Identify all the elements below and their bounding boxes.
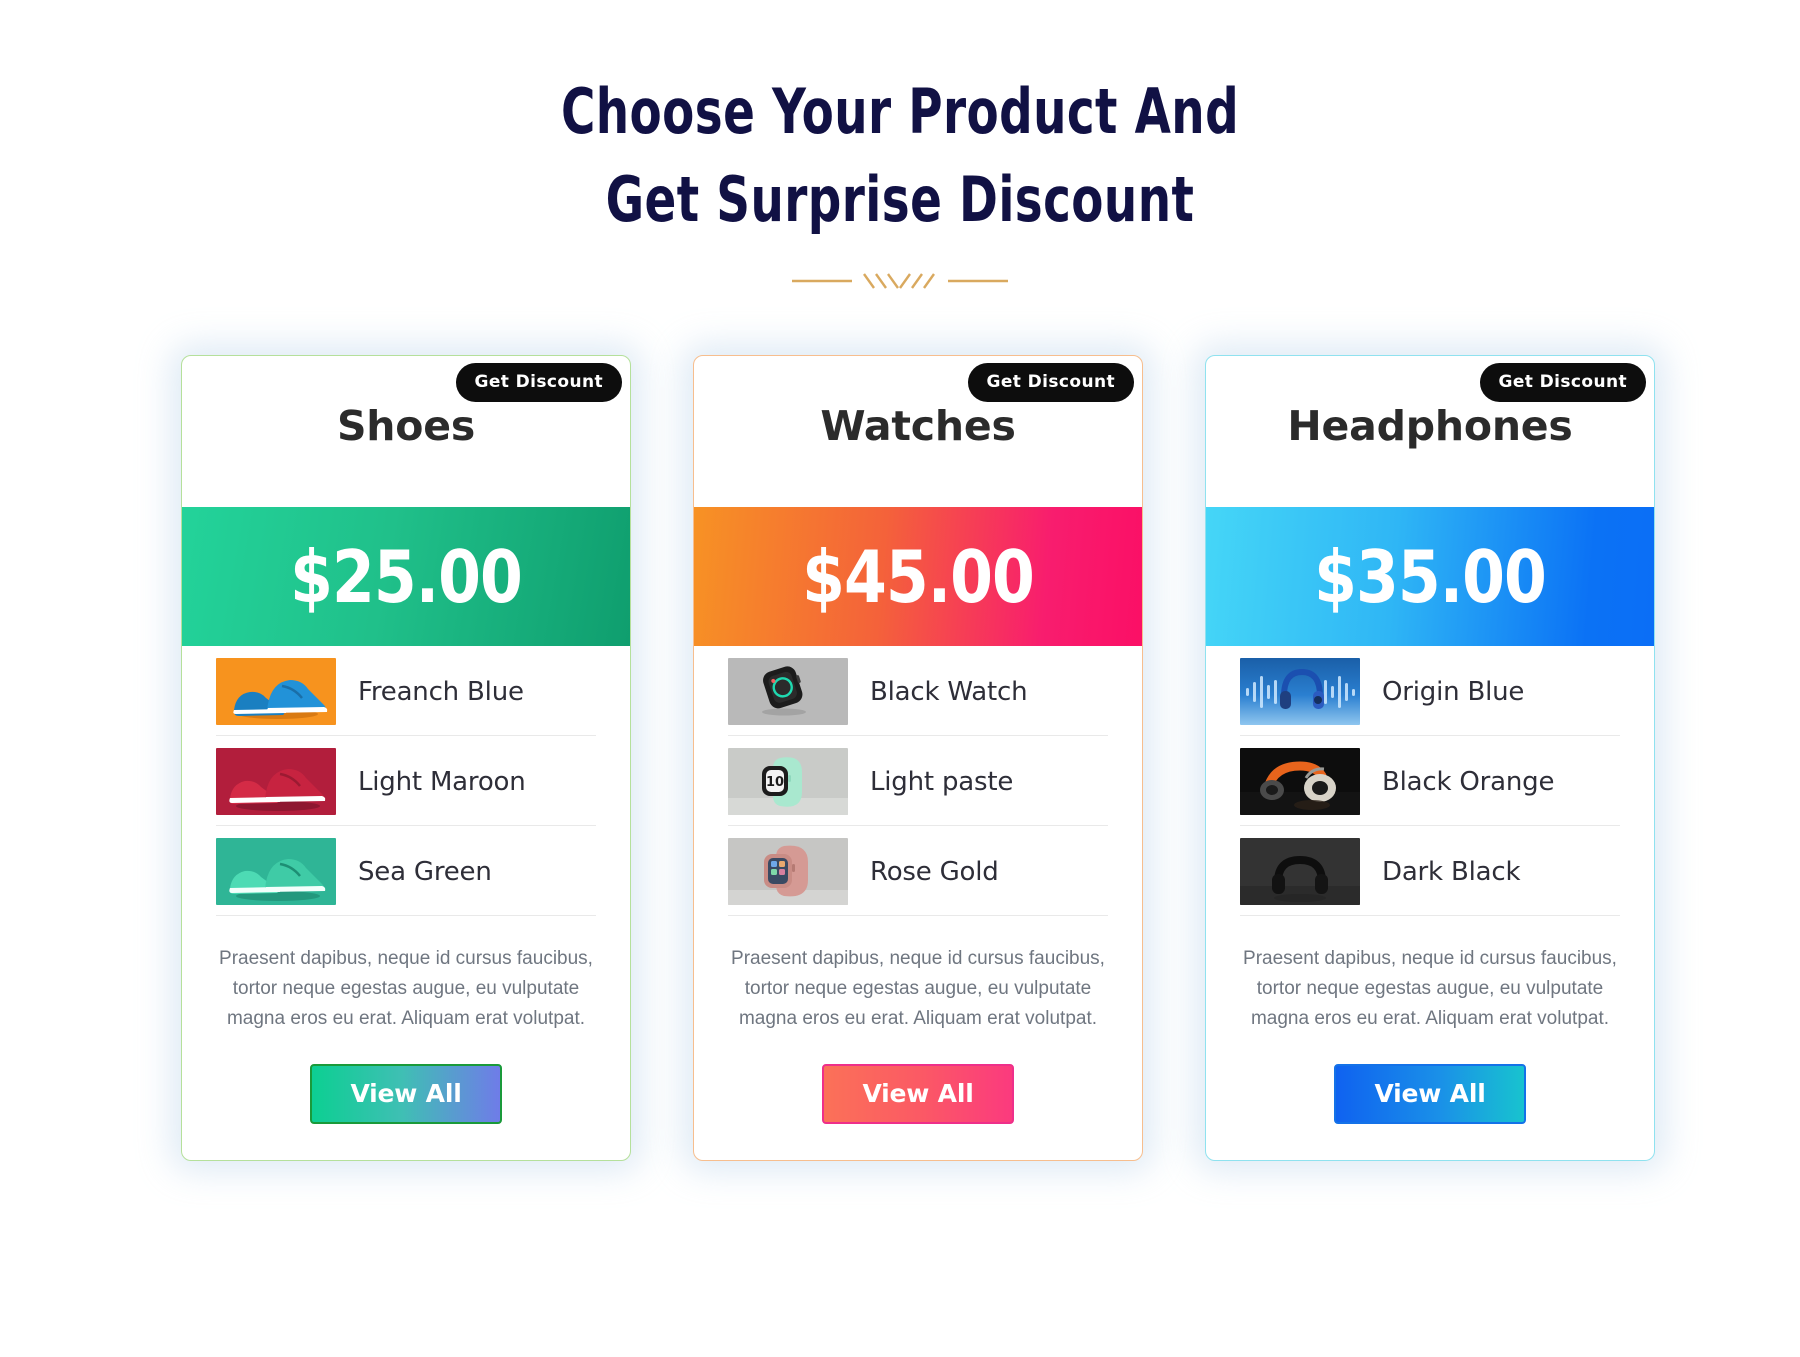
list-item[interactable]: Rose Gold xyxy=(728,838,1108,916)
view-all-button[interactable]: View All xyxy=(310,1064,502,1125)
price-value: $45.00 xyxy=(802,534,1035,619)
price-band: $45.00 xyxy=(694,507,1142,646)
card-description: Praesent dapibus, neque id cursus faucib… xyxy=(731,948,1105,1030)
page-title-line-1: Choose Your Product And xyxy=(560,75,1240,148)
headphone-orange-thumb xyxy=(1240,748,1360,815)
list-item[interactable]: 10 Light paste xyxy=(728,748,1108,826)
pricing-card-watches[interactable]: Get Discount Watches $45.00 Black Watch … xyxy=(693,355,1143,1162)
card-action-wrap: View All xyxy=(694,1064,1142,1125)
svg-text:10: 10 xyxy=(766,775,784,790)
product-name: Dark Black xyxy=(1382,856,1521,887)
product-name: Light Maroon xyxy=(358,766,526,797)
product-name: Sea Green xyxy=(358,856,492,887)
get-discount-badge[interactable]: Get Discount xyxy=(455,363,622,402)
pricing-section: Choose Your Product And Get Surprise Dis… xyxy=(0,0,1800,1357)
product-name: Origin Blue xyxy=(1382,676,1525,707)
list-item[interactable]: Freanch Blue xyxy=(216,658,596,736)
shoe-seagreen-thumb xyxy=(216,838,336,905)
price-band: $25.00 xyxy=(182,507,630,646)
product-name: Freanch Blue xyxy=(358,676,524,707)
product-list: Origin Blue Black Orange Dark Black xyxy=(1206,646,1654,916)
card-title: Headphones xyxy=(1287,402,1573,450)
page-title-line-2: Get Surprise Discount xyxy=(605,163,1195,237)
product-name: Light paste xyxy=(870,766,1014,797)
pricing-card-headphones[interactable]: Get Discount Headphones $35.00 Origin Bl… xyxy=(1205,355,1655,1162)
list-item[interactable]: Origin Blue xyxy=(1240,658,1620,736)
product-name: Rose Gold xyxy=(870,856,999,887)
watch-mint-thumb: 10 xyxy=(728,748,848,815)
shoe-maroon-thumb xyxy=(216,748,336,815)
list-item[interactable]: Black Watch xyxy=(728,658,1108,736)
view-all-button[interactable]: View All xyxy=(1334,1064,1526,1125)
section-heading: Choose Your Product And Get Surprise Dis… xyxy=(0,0,1800,296)
headphone-blue-thumb xyxy=(1240,658,1360,725)
card-title: Watches xyxy=(820,402,1016,450)
card-action-wrap: View All xyxy=(182,1064,630,1125)
product-list: Freanch Blue Light Maroon Sea Green xyxy=(182,646,630,916)
product-list: Black Watch 10 Light paste Rose Gold xyxy=(694,646,1142,916)
page-title: Choose Your Product And Get Surprise Dis… xyxy=(144,68,1656,244)
list-item[interactable]: Black Orange xyxy=(1240,748,1620,826)
price-value: $35.00 xyxy=(1314,534,1547,619)
price-value: $25.00 xyxy=(290,534,523,619)
pricing-cards: Get Discount Shoes $25.00 Freanch Blue L… xyxy=(181,355,1655,1162)
list-item[interactable]: Dark Black xyxy=(1240,838,1620,916)
watch-black-thumb xyxy=(728,658,848,725)
price-band: $35.00 xyxy=(1206,507,1654,646)
list-item[interactable]: Sea Green xyxy=(216,838,596,916)
card-description: Praesent dapibus, neque id cursus faucib… xyxy=(1243,948,1617,1030)
pricing-card-shoes[interactable]: Get Discount Shoes $25.00 Freanch Blue L… xyxy=(181,355,631,1162)
get-discount-badge[interactable]: Get Discount xyxy=(1479,363,1646,402)
ornament-divider-icon xyxy=(790,266,1010,296)
product-name: Black Orange xyxy=(1382,766,1555,797)
list-item[interactable]: Light Maroon xyxy=(216,748,596,826)
watch-rosegold-thumb xyxy=(728,838,848,905)
shoe-blue-thumb xyxy=(216,658,336,725)
headphone-black-thumb xyxy=(1240,838,1360,905)
card-description: Praesent dapibus, neque id cursus faucib… xyxy=(219,948,593,1030)
card-title: Shoes xyxy=(336,402,476,450)
get-discount-badge[interactable]: Get Discount xyxy=(967,363,1134,402)
card-action-wrap: View All xyxy=(1206,1064,1654,1125)
view-all-button[interactable]: View All xyxy=(822,1064,1014,1125)
product-name: Black Watch xyxy=(870,676,1028,707)
